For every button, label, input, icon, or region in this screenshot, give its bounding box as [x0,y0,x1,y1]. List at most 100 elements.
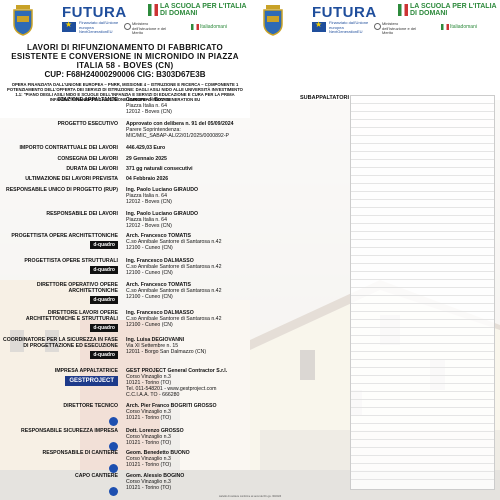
subappaltatori-line [351,376,494,384]
row-value: Ing. Francesco DALMASSO C.so Annibale San… [126,258,250,276]
row-value: Ing. Paolo Luciano GIRAUDO Piazza Italia … [126,211,250,229]
eu-flag-icon [62,20,76,32]
row-label: PROGETTO ESECUTIVO [0,121,126,139]
subappaltatori-line [351,408,494,416]
row-label-text: IMPRESA APPALTATRICE [54,368,118,374]
subappaltatori-line [351,184,494,192]
row-value-line: 10121 - Torino (TO) [126,415,172,421]
row-label-text: DIRETTORE LAVORI OPERE ARCHITETTONICHE E… [25,310,118,322]
row-label-text: RESPONSABILE UNICO DI PROGETTO (RUP) [5,187,118,193]
row-label-text: CONSEGNA DEI LAVORI [57,156,118,162]
subappaltatori-line [351,440,494,448]
row-label: IMPRESA APPALTATRICE GESTPROJECT [0,368,126,398]
boves-crest-icon [13,5,33,36]
row-label: DIRETTORE OPERATIVO OPERE ARCHITETTONICH… [0,282,126,304]
row-label: RESPONSABILE UNICO DI PROGETTO (RUP) [0,187,126,205]
info-row: COORDINATORE PER LA SICUREZZA IN FASE DI… [0,337,250,359]
row-label-text: DIRETTORE OPERATIVO OPERE ARCHITETTONICH… [36,282,118,294]
row-value: 29 Gennaio 2025 [126,156,250,162]
info-row: PROGETTO ESECUTIVO Approvato con delibera… [0,121,250,139]
subappaltatori-line [351,200,494,208]
row-value: 04 Febbraio 2026 [126,176,250,182]
info-row: PROGETTISTA OPERE STRUTTURALI d-quadro Ing… [0,258,250,276]
row-value-line: C.C.I.A.A. TO - 666280 [126,392,180,398]
d-quadro-logo: d-quadro [90,241,118,249]
subappaltatori-line [351,352,494,360]
row-value-line: 12100 - Cuneo (CN) [126,294,173,300]
subappaltatori-line [351,472,494,480]
italiadomani-flag-icon [191,24,199,30]
row-label-text: DIRETTORE TECNICO [63,403,118,409]
row-value: Ing. Francesco DALMASSO C.so Annibale San… [126,310,250,332]
row-label: IMPORTO CONTRATTUALE DEI LAVORI [0,145,126,151]
subappaltatori-line [351,128,494,136]
row-value: Comune di Boves Piazza Italia n. 64 12012 … [126,97,250,115]
subappaltatori-line [351,168,494,176]
subappaltatori-label: SUBAPPALTATORI [300,95,349,101]
cup-cig-code: CUP: F68H24000290006 CIG: B303D67E3B [44,70,206,79]
info-row: CONSEGNA DEI LAVORI 29 Gennaio 2025 [0,156,250,162]
info-row: IMPRESA APPALTATRICE GESTPROJECT GEST PROJ… [0,368,250,398]
row-label: COORDINATORE PER LA SICUREZZA IN FASE DI… [0,337,126,359]
subappaltatori-line [351,224,494,232]
gestproject-icon [109,417,118,426]
project-title: LAVORI DI RIFUNZIONAMENTO DI FABBRICATO … [11,43,239,70]
scuola-flag-icon [398,4,408,16]
row-label-text: STAZIONE APPALTANTE [57,97,118,103]
row-value-line: 12011 - Borgo San Dalmazzo (CN) [126,349,207,355]
futura-logo: FUTURA [312,4,377,21]
boves-crest-icon [263,5,283,36]
row-value: Ing. Luisa DEGIOVANNI Via XI Settembre n.… [126,337,250,359]
row-value-line: 10121 - Torino (TO) [126,462,172,468]
logo-strip: FUTURA Finanziato dall'Unione europea Ne… [0,0,500,40]
subappaltatori-line [351,216,494,224]
row-value: Arch. Francesco TOMATIS C.so Annibale San… [126,282,250,304]
subappaltatori-line [351,304,494,312]
row-value-line: 29 Gennaio 2025 [126,156,167,162]
row-value: Geom. Benedetto BUONO Corso Vinzaglio n.3… [126,450,250,475]
info-row: IMPORTO CONTRATTUALE DEI LAVORI 446.429,0… [0,145,250,151]
info-row: DIRETTORE OPERATIVO OPERE ARCHITETTONICH… [0,282,250,304]
row-value: Approvato con delibera n. 91 del 05/09/2… [126,121,250,139]
subappaltatori-line [351,328,494,336]
gestproject-icon [109,464,118,473]
row-value-line: 10121 - Torino (TO) [126,485,172,491]
row-label: PROGETTISTA OPERE ARCHITETTONICHE d-quadr… [0,233,126,251]
footer-note: cartello di cantiere conforme ai sensi d… [218,495,282,498]
info-row: DIRETTORE LAVORI OPERE ARCHITETTONICHE E… [0,310,250,332]
ministero-seal-icon [374,23,381,30]
subappaltatori-line [351,288,494,296]
row-label-text: DURATA DEI LAVORI [66,166,118,172]
subappaltatori-line [351,360,494,368]
row-label-text: RESPONSABILE SICUREZZA IMPRESA [21,428,118,434]
row-value-line: 12012 - Boves (CN) [126,223,172,229]
subappaltatori-line [351,384,494,392]
subappaltatori-line [351,400,494,408]
eu-funding-text: Finanziato dall'Unione europea NextGener… [329,20,369,34]
subappaltatori-line [351,312,494,320]
info-row: ULTIMAZIONE DEI LAVORI PREVISTA 04 Febbra… [0,176,250,182]
info-row: RESPONSABILE DEI LAVORI Ing. Paolo Lucian… [0,211,250,229]
row-label: RESPONSABILE DEI LAVORI [0,211,126,229]
d-quadro-logo: d-quadro [90,351,118,359]
row-value: Ing. Paolo Luciano GIRAUDO Piazza Italia … [126,187,250,205]
futura-logo: FUTURA [62,4,127,21]
subappaltatori-line [351,144,494,152]
subappaltatori-line [351,320,494,328]
ministero-seal-icon [124,23,131,30]
row-label-text: PROGETTISTA OPERE ARCHITETTONICHE [11,233,118,239]
info-row: RESPONSABILE DI CANTIERE Geom. Benedetto … [0,450,250,475]
subappaltatori-line [351,264,494,272]
row-value: 446.429,03 Euro [126,145,250,151]
d-quadro-logo: d-quadro [90,266,118,274]
logo-group-right: FUTURA Finanziato dall'Unione europea Ne… [250,0,500,40]
subappaltatori-line [351,176,494,184]
subappaltatori-line [351,208,494,216]
subappaltatori-line [351,456,494,464]
d-quadro-logo: d-quadro [90,324,118,332]
subappaltatori-line [351,152,494,160]
subappaltatori-line [351,344,494,352]
row-label-text: RESPONSABILE DEI LAVORI [46,211,118,217]
subappaltatori-line [351,136,494,144]
row-value: 371 gg naturali consecutivi [126,166,250,172]
